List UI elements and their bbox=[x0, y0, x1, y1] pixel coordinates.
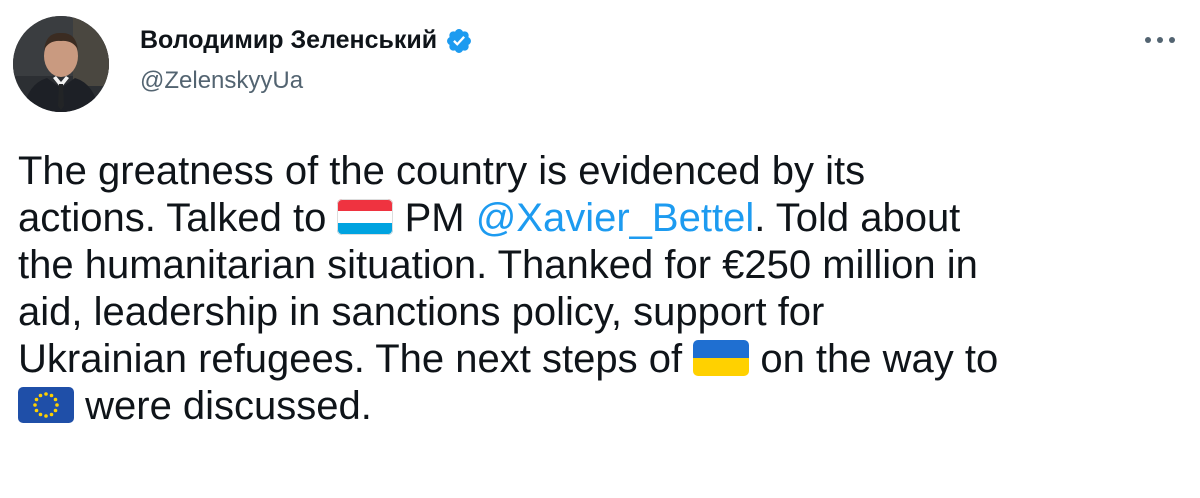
author-name-row[interactable]: Володимир Зеленський bbox=[140, 26, 473, 55]
tweet-text: The greatness of the country is evidence… bbox=[18, 148, 1193, 430]
tweet-text-segment: . Told about bbox=[754, 196, 961, 240]
author-display-name[interactable]: Володимир Зеленський bbox=[140, 26, 437, 55]
luxembourg-flag-icon bbox=[337, 199, 394, 235]
ukraine-flag-icon bbox=[693, 340, 750, 376]
author-handle[interactable]: @ZelenskyyUa bbox=[140, 67, 303, 95]
tweet-card[interactable]: Володимир Зеленський @ZelenskyyUa The gr… bbox=[0, 0, 1200, 498]
more-options-icon[interactable] bbox=[1142, 34, 1178, 46]
tweet-text-segment: PM bbox=[393, 196, 476, 240]
tweet-line-4: aid, leadership in sanctions policy, sup… bbox=[18, 290, 825, 334]
tweet-line-3: the humanitarian situation. Thanked for … bbox=[18, 243, 978, 287]
tweet-line-6: were discussed. bbox=[18, 383, 1193, 430]
tweet-text-segment: were discussed. bbox=[74, 384, 372, 428]
verified-badge-icon bbox=[447, 28, 472, 53]
tweet-text-segment: Ukrainian refugees. The next steps of bbox=[18, 337, 694, 381]
eu-flag-icon bbox=[18, 387, 74, 423]
tweet-text-segment: on the way to bbox=[749, 337, 999, 381]
mention-link[interactable]: @Xavier_Bettel bbox=[476, 196, 755, 240]
tweet-line-2: actions. Talked to PM @Xavier_Bettel. To… bbox=[18, 195, 1193, 242]
tweet-line-1: The greatness of the country is evidence… bbox=[18, 149, 866, 193]
tweet-text-segment: actions. Talked to bbox=[18, 196, 338, 240]
tweet-line-5: Ukrainian refugees. The next steps of on… bbox=[18, 336, 1193, 383]
avatar[interactable] bbox=[13, 16, 109, 112]
profile-photo-icon bbox=[13, 16, 109, 112]
